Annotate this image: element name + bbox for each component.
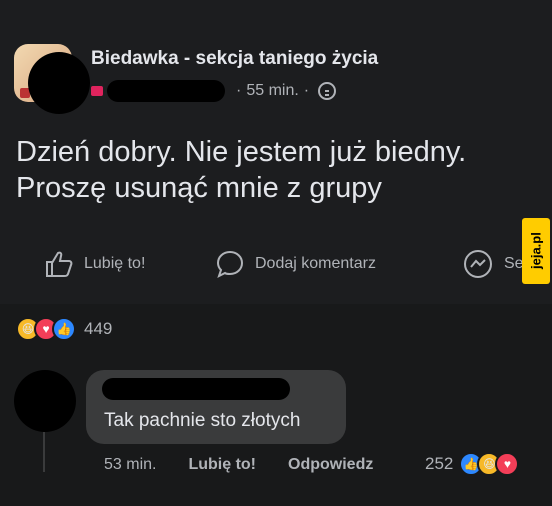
thumbs-up-icon [46, 251, 73, 277]
comment-timestamp[interactable]: 53 min. [104, 456, 156, 474]
author-name-redacted[interactable] [107, 80, 225, 102]
comment-like-button[interactable]: Lubię to! [188, 456, 256, 474]
commenter-avatar-redacted[interactable] [14, 370, 76, 432]
comment-bubble: Tak pachnie sto złotych [86, 370, 346, 444]
like-button[interactable]: Lubię to! [44, 244, 145, 284]
comment-meta: 53 min. Lubię to! Odpowiedz [104, 453, 405, 477]
post-reactions[interactable]: 😆 ♥ 👍 449 [16, 316, 112, 342]
post-card: Biedawka - sekcja taniego życia · 55 min… [0, 0, 552, 304]
post-meta: · 55 min. · [91, 80, 337, 102]
author-avatar-redacted[interactable] [28, 52, 90, 114]
post-text-line-2: Proszę usunąć mnie z grupy [16, 172, 382, 204]
globe-icon [318, 82, 337, 100]
post-text-line-1: Dzień dobry. Nie jestem już biedny. [16, 136, 467, 168]
thread-line [43, 432, 45, 472]
post-text: Dzień dobry. Nie jestem już biedny. Pros… [16, 134, 466, 206]
meta-separator-2: · [303, 82, 310, 99]
like-icon: 👍 [52, 317, 76, 341]
messenger-icon [464, 250, 492, 278]
comment-reactions[interactable]: 252 👍 😆 ♥ [425, 451, 520, 477]
commenter-name-redacted[interactable] [102, 378, 290, 400]
comment-button[interactable]: Dodaj komentarz [215, 244, 376, 284]
admin-badge-icon [91, 86, 103, 96]
post-avatars[interactable] [14, 44, 90, 114]
post-actions: Lubię to! Dodaj komentarz Sen [0, 244, 552, 284]
group-name-link[interactable]: Biedawka - sekcja taniego życia [91, 48, 378, 70]
comment-reaction-count: 252 [425, 454, 454, 473]
post-timestamp[interactable]: 55 min. [246, 82, 298, 100]
love-icon: ♥ [495, 452, 520, 476]
comment-bubble-icon [216, 250, 244, 278]
comment-button-label: Dodaj komentarz [255, 255, 376, 272]
watermark-logo: jeja.pl [522, 218, 550, 284]
like-button-label: Lubię to! [84, 255, 146, 272]
meta-separator: · [236, 82, 242, 99]
comment-text: Tak pachnie sto złotych [104, 410, 301, 431]
comment-reply-button[interactable]: Odpowiedz [288, 456, 373, 474]
reaction-count[interactable]: 449 [84, 319, 112, 339]
